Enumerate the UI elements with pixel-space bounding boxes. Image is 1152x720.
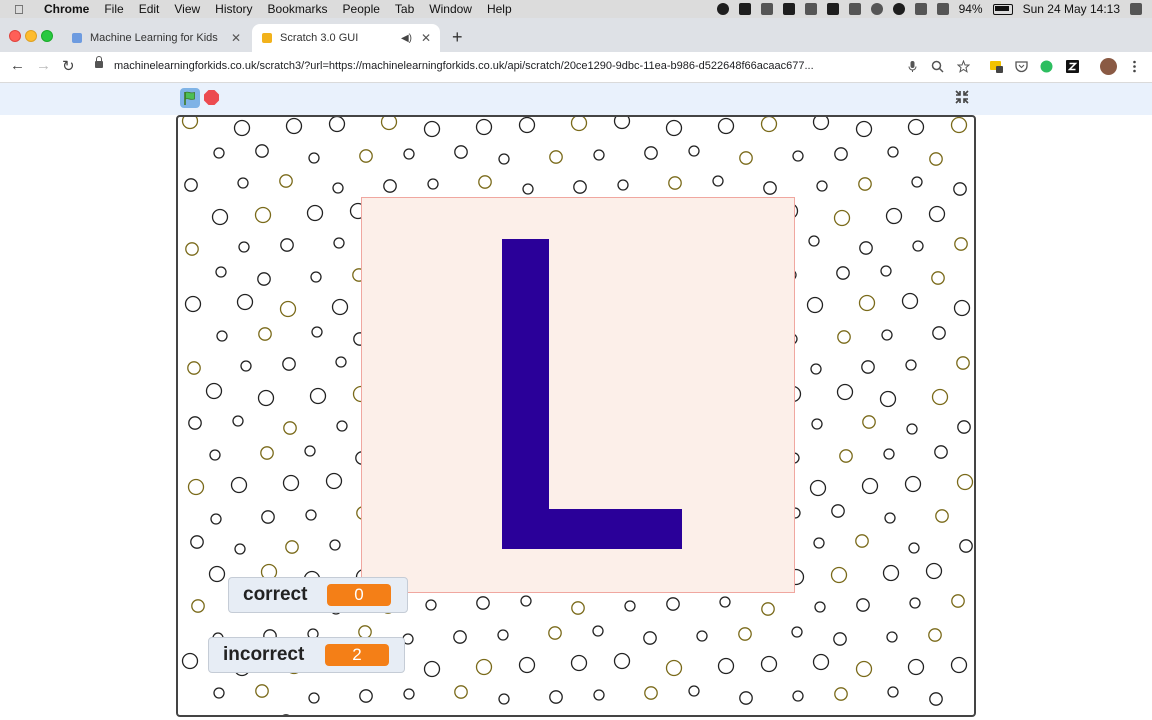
stage-header (0, 83, 1152, 115)
volume-icon[interactable] (914, 3, 927, 15)
tab-title: Machine Learning for Kids (90, 32, 218, 44)
profile-avatar[interactable] (1100, 58, 1117, 75)
lock-icon[interactable] (95, 56, 103, 68)
menu-history[interactable]: History (215, 2, 252, 16)
evernote-icon[interactable] (782, 3, 795, 15)
tab-machine-learning-for-kids[interactable]: Machine Learning for Kids ✕ (62, 24, 250, 52)
extension-badge-icon[interactable] (990, 60, 1003, 73)
monitor-label: incorrect (223, 644, 305, 665)
menu-people[interactable]: People (343, 2, 380, 16)
menu-list-icon[interactable] (848, 3, 861, 15)
screen-icon[interactable] (804, 3, 817, 15)
scratch-stage[interactable]: correct 0 incorrect 2 (176, 115, 976, 717)
clock[interactable]: Sun 24 May 14:13 (1023, 2, 1120, 16)
cloud-icon[interactable] (760, 3, 773, 15)
evernote-extension-icon[interactable] (1040, 60, 1053, 73)
notification-center-icon[interactable] (1130, 3, 1142, 15)
bookmark-star-icon[interactable] (957, 60, 970, 73)
letter-card[interactable] (361, 197, 795, 593)
tab-scratch-gui[interactable]: Scratch 3.0 GUI ◀) ✕ (252, 24, 440, 52)
chrome-menu-icon[interactable] (1128, 60, 1141, 73)
monitor-value: 2 (325, 644, 389, 666)
ml4k-favicon-icon (72, 33, 82, 43)
menu-app-name[interactable]: Chrome (44, 2, 89, 16)
variable-monitor-correct[interactable]: correct 0 (228, 577, 408, 613)
apple-menu-icon[interactable]:  (14, 2, 30, 17)
tab-title: Scratch 3.0 GUI (280, 32, 359, 44)
reload-button[interactable]: ↻ (62, 57, 75, 75)
siri-icon[interactable] (892, 3, 905, 15)
wifi-icon[interactable] (936, 3, 949, 15)
stop-button[interactable] (204, 90, 219, 105)
monitor-label: correct (243, 584, 308, 605)
menu-window[interactable]: Window (429, 2, 472, 16)
letter-l-sprite-base (502, 509, 682, 549)
scratch-favicon-icon (262, 33, 272, 43)
pocket-icon[interactable] (1015, 60, 1028, 73)
variable-monitor-incorrect[interactable]: incorrect 2 (208, 637, 405, 673)
macos-menu-bar:  Chrome File Edit View History Bookmark… (0, 0, 1152, 18)
green-flag-icon (184, 91, 195, 105)
tab-strip: Machine Learning for Kids ✕ Scratch 3.0 … (0, 18, 1152, 52)
battery-icon[interactable] (992, 3, 1013, 15)
zotero-icon[interactable] (1066, 60, 1079, 73)
menu-file[interactable]: File (104, 2, 123, 16)
dropbox-icon[interactable] (738, 3, 751, 15)
close-window-button[interactable] (9, 30, 21, 42)
address-bar[interactable]: machinelearningforkids.co.uk/scratch3/?u… (114, 60, 889, 72)
close-tab-icon[interactable]: ✕ (228, 31, 244, 45)
battery-percent: 94% (958, 2, 983, 16)
menu-bookmarks[interactable]: Bookmarks (268, 2, 328, 16)
back-button[interactable]: ← (10, 57, 25, 74)
green-flag-button[interactable] (180, 88, 200, 108)
search-icon[interactable] (870, 3, 883, 15)
menu-edit[interactable]: Edit (139, 2, 160, 16)
zoom-window-button[interactable] (41, 30, 53, 42)
monitor-value: 0 (327, 584, 391, 606)
browser-toolbar: ← → ↻ machinelearningforkids.co.uk/scrat… (0, 52, 1152, 83)
exit-fullscreen-icon[interactable] (955, 90, 969, 104)
menu-view[interactable]: View (174, 2, 200, 16)
menu-help[interactable]: Help (487, 2, 512, 16)
microphone-icon[interactable] (906, 60, 919, 73)
letter-l-sprite (502, 239, 549, 549)
new-tab-button[interactable]: + (452, 27, 463, 48)
zoom-icon[interactable] (931, 60, 944, 73)
record-icon[interactable] (716, 3, 729, 15)
menu-tab[interactable]: Tab (395, 2, 414, 16)
speaker-icon[interactable]: ◀) (401, 33, 412, 44)
close-tab-icon[interactable]: ✕ (418, 31, 434, 45)
status-tray: 94% Sun 24 May 14:13 (716, 0, 1142, 18)
forward-button[interactable]: → (36, 57, 51, 74)
docker-icon[interactable] (826, 3, 839, 15)
minimize-window-button[interactable] (25, 30, 37, 42)
